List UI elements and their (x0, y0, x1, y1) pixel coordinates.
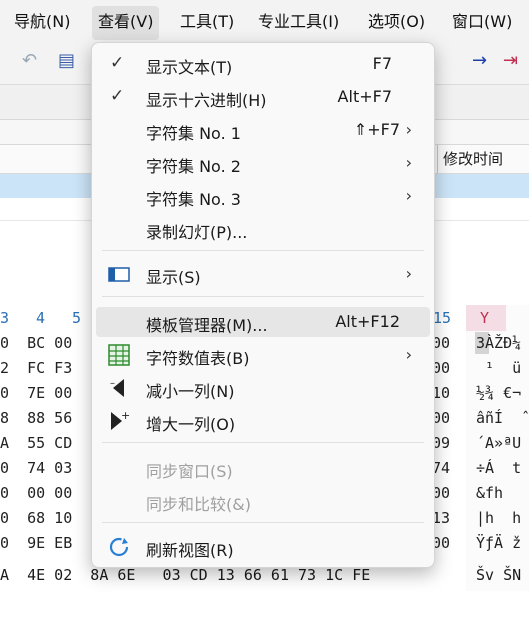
chevron-right-icon: › (405, 120, 412, 139)
menu-window[interactable]: 窗口(W) (452, 0, 512, 42)
hex-bytes: 2 FC F3 (0, 359, 73, 377)
menu-item-label: 增大一列(O) (146, 415, 236, 434)
shortcut-label: F7 (372, 54, 392, 73)
menu-separator (102, 442, 424, 443)
shortcut-label: Alt+F7 (337, 87, 392, 106)
display-icon (108, 267, 130, 282)
offset-label: 3 (0, 309, 10, 327)
menu-item-label: 同步窗口(S) (146, 462, 233, 481)
ascii-text: 3ÀŽÐ¼ (476, 334, 522, 352)
ascii-text: âñÍ ˆ (476, 409, 529, 427)
menu-bar: 导航(N) 查看(V) 工具(T) 专业工具(I) 选项(O) 窗口(W) (0, 0, 529, 42)
menu-item-template-manager[interactable]: 模板管理器(M)... Alt+F12 (96, 307, 430, 337)
svg-text:–: – (110, 378, 115, 389)
hex-bytes: 0 9E EB (0, 534, 73, 552)
shortcut-label: Alt+F12 (335, 312, 400, 331)
menu-item-label: 显示十六进制(H) (146, 91, 267, 110)
menu-navigate[interactable]: 导航(N) (14, 0, 70, 42)
hex-bytes: A 4E 02 8A 6E 03 CD 13 66 61 73 1C FE (0, 566, 371, 584)
menu-item-increase-column[interactable]: + 增大一列(O) (96, 406, 430, 436)
table-icon (108, 344, 130, 366)
ascii-text: &fh (476, 484, 504, 502)
copy-icon[interactable]: ▤ (58, 50, 75, 71)
column-separator[interactable] (437, 145, 438, 173)
menu-item-char-value-table[interactable]: 字符数值表(B) › (96, 340, 430, 370)
menu-view[interactable]: 查看(V) (92, 6, 160, 40)
menu-separator (102, 250, 424, 251)
menu-item-charset-3[interactable]: 字符集 No. 3 › (96, 181, 430, 211)
menu-item-sync-compare: 同步和比较(&) (96, 486, 430, 516)
hex-bytes: A 55 CD (0, 434, 73, 452)
checkmark-icon: ✓ (110, 53, 125, 73)
menu-item-decrease-column[interactable]: – 减小一列(N) (96, 373, 430, 403)
menu-item-sync-windows: 同步窗口(S) (96, 453, 430, 483)
chevron-right-icon: › (405, 186, 412, 205)
refresh-icon (109, 537, 129, 557)
hex-bytes: 0 7E 00 (0, 384, 73, 402)
offset-label: 4 (36, 309, 46, 327)
chevron-right-icon: › (405, 264, 412, 283)
menu-item-refresh-view[interactable]: 刷新视图(R) (96, 532, 430, 562)
menu-item-show-text[interactable]: ✓ 显示文本(T) F7 (96, 49, 430, 79)
offset-label: 5 (72, 309, 82, 327)
hex-bytes: 0 00 00 (0, 484, 73, 502)
menu-separator (102, 522, 424, 523)
menu-item-charset-1[interactable]: 字符集 No. 1 ⇑+F7 › (96, 115, 430, 145)
hex-bytes: 8 88 56 (0, 409, 73, 427)
menu-item-label: 显示(S) (146, 268, 201, 287)
chevron-right-icon: › (405, 345, 412, 364)
hex-bytes: 0 BC 00 (0, 334, 73, 352)
hex-bytes: 0 68 10 (0, 509, 73, 527)
jump-icon[interactable]: ⇥ (503, 50, 518, 71)
ascii-text: ¹ ü (476, 359, 522, 377)
ascii-text: ŸƒÄ ž (476, 534, 522, 552)
menu-item-label: 模板管理器(M)... (146, 316, 268, 335)
undo-icon[interactable]: ↶ (22, 50, 37, 71)
svg-text:+: + (121, 410, 130, 422)
menu-options[interactable]: 选项(O) (368, 0, 425, 42)
ascii-text: ´A»ªU (476, 434, 522, 452)
arrow-right-icon[interactable]: → (472, 50, 487, 71)
menu-item-label: 录制幻灯(P)... (146, 223, 248, 242)
ascii-text: ÷Á t (476, 459, 522, 477)
menu-item-label: 字符集 No. 1 (146, 124, 241, 143)
ascii-text: Šv ŠN (476, 566, 522, 584)
menu-tools[interactable]: 工具(T) (180, 0, 234, 42)
offset-label: 15 (433, 309, 452, 327)
ascii-column-header: Y (466, 305, 506, 331)
menu-item-label: 字符集 No. 2 (146, 157, 241, 176)
ascii-text: ½¾ €¬ (476, 384, 522, 402)
view-menu-dropdown: ✓ 显示文本(T) F7 ✓ 显示十六进制(H) Alt+F7 字符集 No. … (91, 42, 435, 568)
menu-item-label: 同步和比较(&) (146, 495, 251, 514)
menu-item-label: 字符集 No. 3 (146, 190, 241, 209)
hex-bytes: 0 74 03 (0, 459, 73, 477)
menu-item-display[interactable]: 显示(S) › (96, 259, 430, 289)
menu-item-label: 字符数值表(B) (146, 349, 250, 368)
menu-item-show-hex[interactable]: ✓ 显示十六进制(H) Alt+F7 (96, 82, 430, 112)
menu-pro-tools[interactable]: 专业工具(I) (258, 0, 339, 42)
decrease-column-icon: – (110, 378, 124, 397)
menu-item-label: 减小一列(N) (146, 382, 235, 401)
column-modified-time[interactable]: 修改时间 (443, 148, 503, 169)
chevron-right-icon: › (405, 153, 412, 172)
menu-item-label: 刷新视图(R) (146, 541, 234, 560)
checkmark-icon: ✓ (110, 86, 125, 106)
menu-item-charset-2[interactable]: 字符集 No. 2 › (96, 148, 430, 178)
menu-item-label: 显示文本(T) (146, 58, 233, 77)
menu-separator (102, 296, 424, 297)
menu-item-record-slideshow[interactable]: 录制幻灯(P)... (96, 214, 430, 244)
ascii-text: |h h (476, 509, 522, 527)
ascii-header-label: Y (480, 309, 490, 327)
increase-column-icon: + (111, 410, 130, 430)
shortcut-label: ⇑+F7 (353, 120, 400, 139)
